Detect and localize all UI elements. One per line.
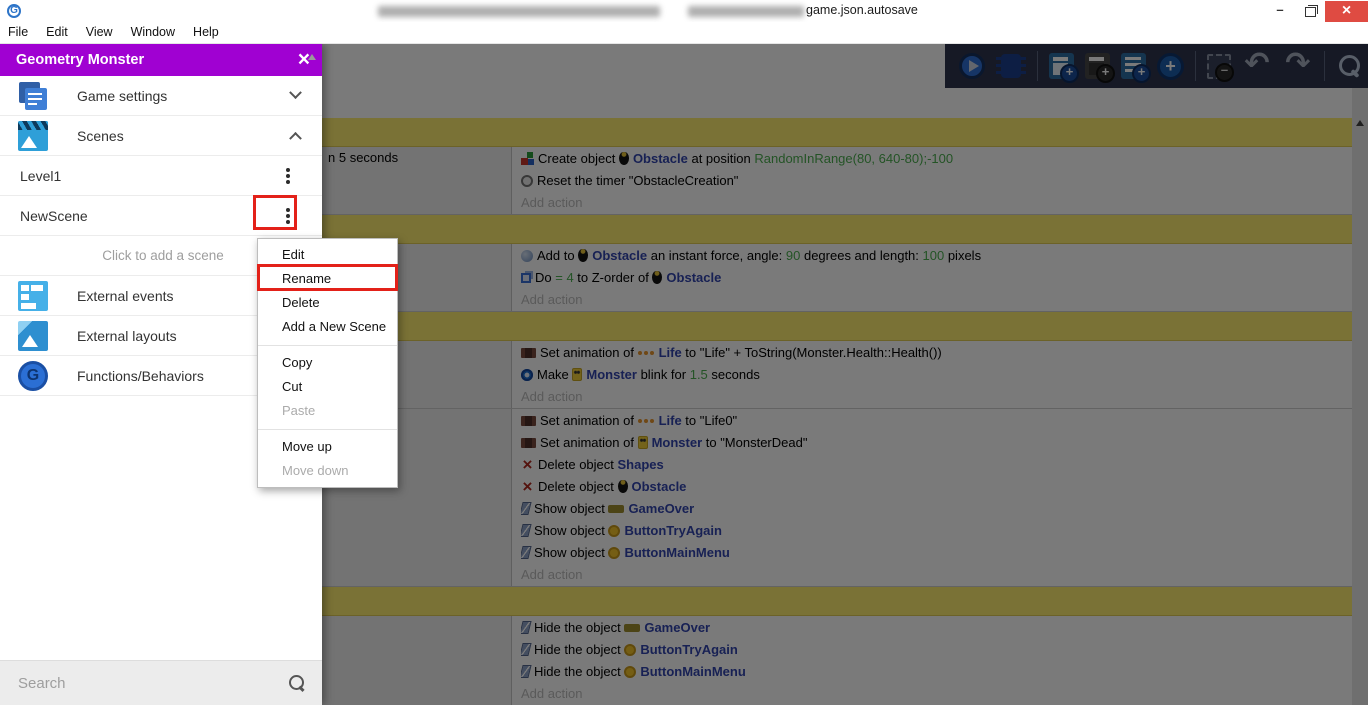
search-icon[interactable]	[288, 674, 306, 692]
titlebar: G game.json.autosave	[0, 0, 1368, 22]
menu-item-help[interactable]: Help	[184, 22, 228, 43]
annotation-box-rename	[257, 264, 398, 291]
context-menu-separator	[258, 339, 397, 351]
blurred-title-segment	[688, 6, 804, 17]
functions-behaviors-icon	[18, 361, 48, 391]
sidebar-item-label: NewScene	[20, 208, 286, 224]
context-menu-item-move-down: Move down	[258, 459, 397, 483]
kebab-menu-icon[interactable]	[286, 168, 290, 172]
sidebar-item-game-settings[interactable]: Game settings	[0, 76, 322, 116]
sidebar-item-label: Scenes	[77, 128, 291, 144]
chevron-down-icon[interactable]	[289, 86, 302, 99]
blurred-title-segment	[378, 6, 660, 17]
chevron-up-icon[interactable]	[289, 132, 302, 145]
sidebar-item-label: Game settings	[77, 88, 291, 104]
annotation-box-kebab	[253, 195, 297, 230]
close-drawer-icon[interactable]: ×	[298, 50, 310, 70]
game-settings-icon	[18, 81, 48, 111]
context-menu-item-delete[interactable]: Delete	[258, 291, 397, 315]
context-menu-item-paste: Paste	[258, 399, 397, 423]
external-events-icon	[18, 281, 48, 311]
context-menu-item-cut[interactable]: Cut	[258, 375, 397, 399]
context-menu-item-add-a-new-scene[interactable]: Add a New Scene	[258, 315, 397, 339]
scroll-up-icon[interactable]	[308, 54, 316, 60]
sidebar-item-label: Click to add a scene	[102, 248, 224, 263]
close-window-button[interactable]	[1325, 1, 1368, 22]
menubar: FileEditViewWindowHelp	[0, 22, 1368, 44]
menu-item-file[interactable]: File	[0, 22, 37, 43]
menu-item-view[interactable]: View	[77, 22, 122, 43]
search-input[interactable]	[16, 674, 288, 693]
sidebar-item-scene-level1[interactable]: Level1	[0, 156, 322, 196]
project-search-bar	[0, 660, 322, 705]
modal-dim-overlay[interactable]	[322, 44, 1368, 705]
external-layouts-icon	[18, 321, 48, 351]
menu-item-window[interactable]: Window	[122, 22, 184, 43]
project-manager-header: Geometry Monster ×	[0, 44, 322, 76]
minimize-button[interactable]	[1265, 1, 1295, 21]
context-menu-separator	[258, 423, 397, 435]
scenes-icon	[18, 121, 48, 151]
sidebar-item-scenes[interactable]: Scenes	[0, 116, 322, 156]
menu-item-edit[interactable]: Edit	[37, 22, 77, 43]
gdevelop-logo-icon: G	[7, 4, 21, 18]
project-title: Geometry Monster	[16, 52, 298, 68]
sidebar-item-label: Level1	[20, 168, 286, 184]
restore-button[interactable]	[1295, 1, 1325, 21]
window-title: game.json.autosave	[806, 3, 918, 17]
context-menu-item-copy[interactable]: Copy	[258, 351, 397, 375]
context-menu-item-move-up[interactable]: Move up	[258, 435, 397, 459]
